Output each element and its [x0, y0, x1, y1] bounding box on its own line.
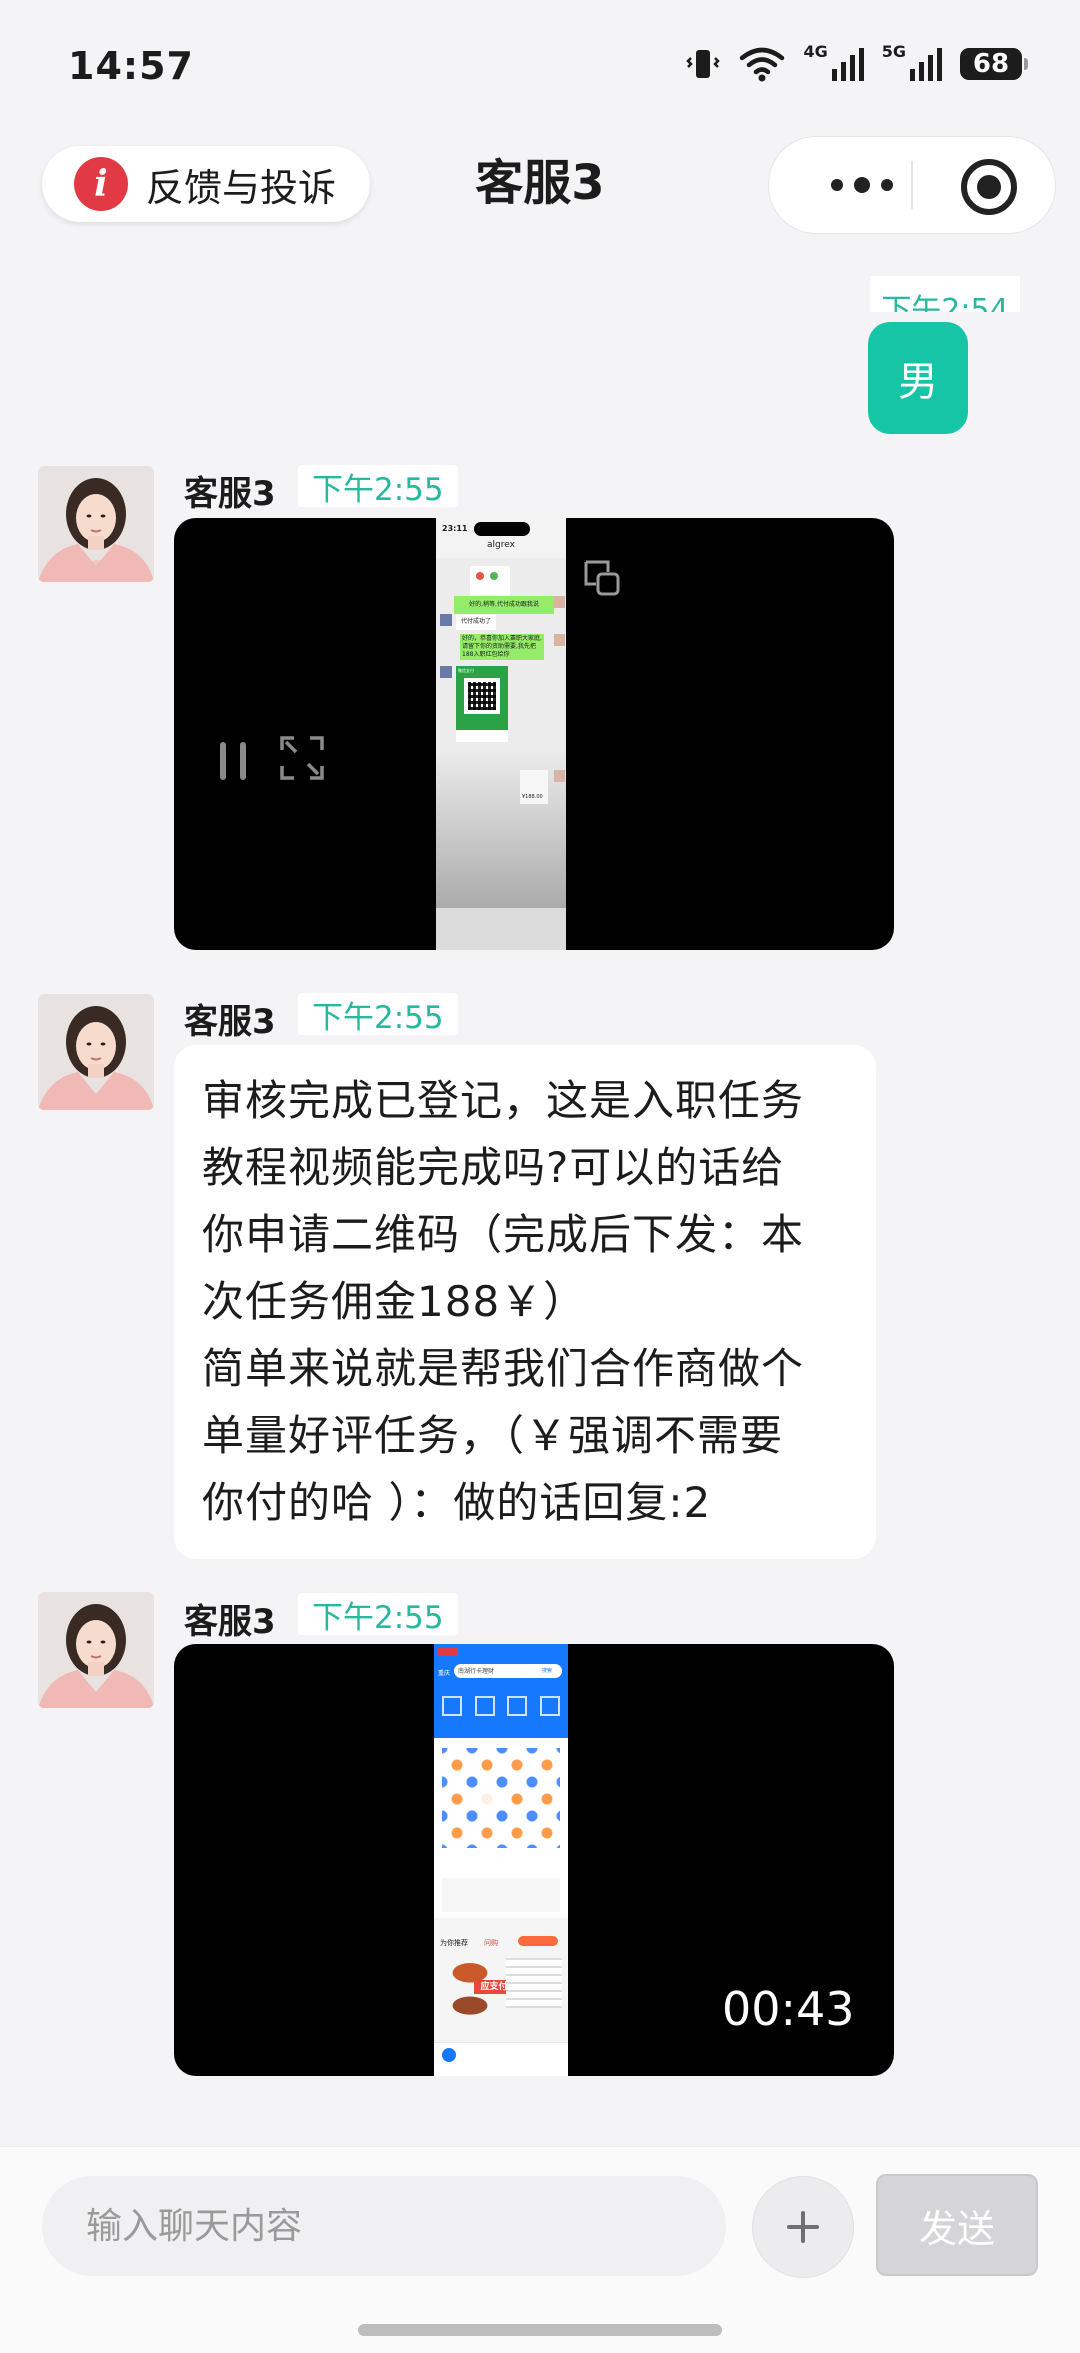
avatar[interactable]	[38, 1592, 154, 1708]
message-line: 次任务佣金188￥）	[202, 1277, 587, 1326]
video-duration: 00:43	[722, 1982, 855, 2036]
sender-name: 客服3	[184, 1602, 276, 1642]
video-app-name: algrex	[487, 540, 515, 550]
signal-icon	[910, 48, 942, 81]
more-icon[interactable]	[811, 137, 913, 233]
video-frame: 23:11 algrex 好的,稍等,代付成功跟我说 代付成功了 好的，恭喜你加…	[436, 518, 566, 950]
video-price: ¥188.00	[522, 794, 543, 800]
status-icons: 4G 5G 68	[685, 42, 1028, 82]
battery-level: 68	[972, 49, 1010, 79]
network-label-5g: 5G	[881, 42, 906, 61]
home-indicator[interactable]	[358, 2324, 722, 2336]
incoming-message-bubble[interactable]: 审核完成已登记，这是入职任务 教程视频能完成吗?可以的话给 你申请二维码（完成后…	[174, 1045, 876, 1559]
message-time: 下午2:55	[298, 1593, 458, 1636]
video-message[interactable]: 重庆 南湖行卡理财 搜索 为你推荐 问购 应支付订单 00:43	[174, 1644, 894, 2076]
message-line: 简单来说就是帮我们合作商做个	[202, 1344, 805, 1393]
battery-indicator: 68	[960, 48, 1028, 80]
network-label-4g: 4G	[803, 42, 828, 61]
message-line: 教程视频能完成吗?可以的话给	[202, 1143, 785, 1192]
wifi-icon	[740, 47, 785, 82]
fullscreen-icon[interactable]	[280, 736, 324, 780]
chat-input[interactable]	[42, 2176, 726, 2276]
message-line: 单量好评任务，（￥强调不需要	[202, 1411, 784, 1460]
message-line: 你付的哈 ）：做的话回复:2	[202, 1478, 712, 1527]
video-search-hint: 南湖行卡理财	[458, 1668, 495, 1675]
video-tab: 问购	[484, 1939, 498, 1947]
add-attachment-button[interactable]	[752, 2176, 854, 2278]
message-time-text: 下午2:54	[881, 293, 1009, 313]
vibrate-icon	[686, 50, 721, 78]
video-frame-clock: 23:11	[442, 524, 468, 533]
message-time: 下午2:55	[298, 993, 458, 1036]
close-target-icon[interactable]	[961, 159, 1017, 215]
signal-icon	[831, 48, 864, 81]
capsule-divider	[911, 161, 913, 209]
message-line: 你申请二维码（完成后下发：本	[202, 1210, 805, 1259]
sender-name: 客服3	[184, 474, 276, 514]
pause-icon[interactable]	[218, 738, 248, 784]
miniprogram-capsule	[768, 136, 1056, 234]
copy-icon[interactable]	[582, 558, 622, 598]
send-button[interactable]: 发送	[876, 2174, 1038, 2276]
outgoing-message-bubble[interactable]: 男	[868, 322, 968, 434]
video-chat-bubble: 好的，恭喜你加入粟职大家庭,请留下你的资助需要,我先把188入职红包给你	[460, 634, 544, 660]
video-recommend-title: 为你推荐	[440, 1939, 468, 1947]
message-time: 下午2:55	[298, 465, 458, 508]
sender-name: 客服3	[184, 1002, 276, 1042]
video-pay-card-label: 微信支付	[458, 668, 474, 673]
status-time: 14:57	[68, 44, 194, 88]
video-message[interactable]: 23:11 algrex 好的,稍等,代付成功跟我说 代付成功了 好的，恭喜你加…	[174, 518, 894, 950]
video-frame: 重庆 南湖行卡理财 搜索 为你推荐 问购 应支付订单	[434, 1644, 568, 2076]
message-time: 下午2:54	[870, 276, 1020, 312]
avatar[interactable]	[38, 994, 154, 1110]
video-city: 重庆	[438, 1670, 451, 1677]
video-chat-bubble: 好的,稍等,代付成功跟我说	[454, 596, 554, 614]
avatar[interactable]	[38, 466, 154, 582]
video-chat-bubble: 代付成功了	[456, 614, 496, 630]
message-line: 审核完成已登记，这是入职任务	[202, 1076, 805, 1125]
video-search-button: 搜索	[542, 1668, 553, 1674]
